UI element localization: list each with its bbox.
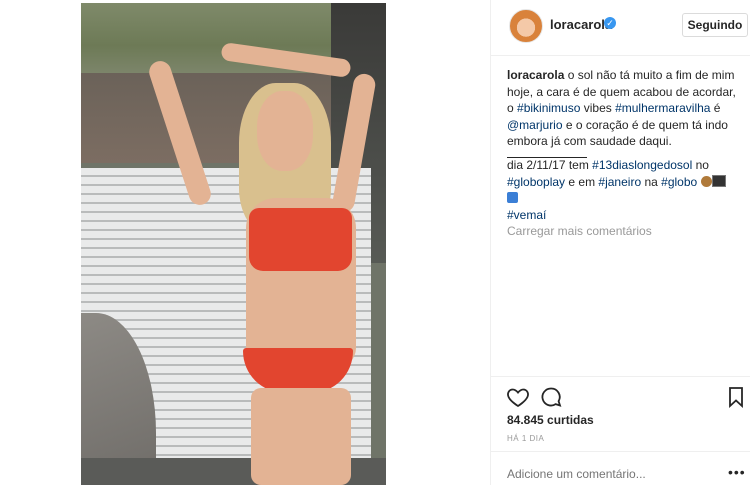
- mention-marjurio[interactable]: @marjurio: [507, 118, 563, 132]
- post-header: loracarola ✓ Seguindo: [491, 0, 750, 56]
- caption2-text-1: dia 2/11/17 tem: [507, 158, 593, 172]
- heart-icon[interactable]: [506, 385, 530, 409]
- avatar[interactable]: [509, 9, 543, 43]
- ok-hand-emoji-icon: [700, 175, 712, 187]
- tv-emoji-icon: [711, 174, 726, 187]
- caption: loracarola o sol não tá muito a fim de m…: [507, 67, 745, 150]
- caption2-text-3: e em: [565, 174, 599, 189]
- caption-username[interactable]: loracarola: [507, 68, 564, 82]
- hashtag-vemai[interactable]: #vemaí: [507, 208, 546, 222]
- more-options-icon[interactable]: •••: [728, 464, 746, 480]
- comment-box: •••: [491, 451, 750, 486]
- caption-text-2: vibes: [580, 101, 616, 115]
- post-sidebar: loracarola ✓ Seguindo loracarola o sol n…: [490, 0, 750, 485]
- verified-badge-icon: ✓: [604, 17, 616, 29]
- likes-count[interactable]: 84.845 curtidas: [507, 413, 594, 427]
- photo-legs: [251, 388, 351, 485]
- hashtag-mulhermaravilha[interactable]: #mulhermaravilha: [615, 101, 710, 115]
- follow-button[interactable]: Seguindo: [682, 13, 748, 37]
- comment-icon[interactable]: [539, 385, 563, 409]
- caption-second: dia 2/11/17 tem #13diaslongedosol no #gl…: [507, 157, 745, 223]
- caption2-text-2: no: [692, 158, 709, 172]
- hashtag-13diaslongedosol[interactable]: #13diaslongedosol: [592, 158, 692, 172]
- hashtag-bikinimuso[interactable]: #bikinimuso: [517, 101, 580, 115]
- photo-face: [257, 91, 313, 171]
- hashtag-globoplay[interactable]: #globoplay: [507, 175, 565, 189]
- caption2-text-4: na: [641, 174, 662, 189]
- load-more-comments[interactable]: Carregar mais comentários: [507, 224, 652, 238]
- post-photo[interactable]: [81, 3, 386, 485]
- post-timestamp: HÁ 1 DIA: [507, 434, 545, 443]
- blue-square-emoji-icon: [507, 192, 518, 203]
- photo-bikini-top: [249, 208, 352, 271]
- comment-input[interactable]: [507, 467, 707, 481]
- username[interactable]: loracarola: [550, 17, 612, 32]
- caption-text-3: é: [710, 101, 721, 115]
- hashtag-janeiro[interactable]: #janeiro: [598, 175, 641, 189]
- hashtag-globo[interactable]: #globo: [661, 175, 697, 189]
- bookmark-icon[interactable]: [724, 385, 748, 409]
